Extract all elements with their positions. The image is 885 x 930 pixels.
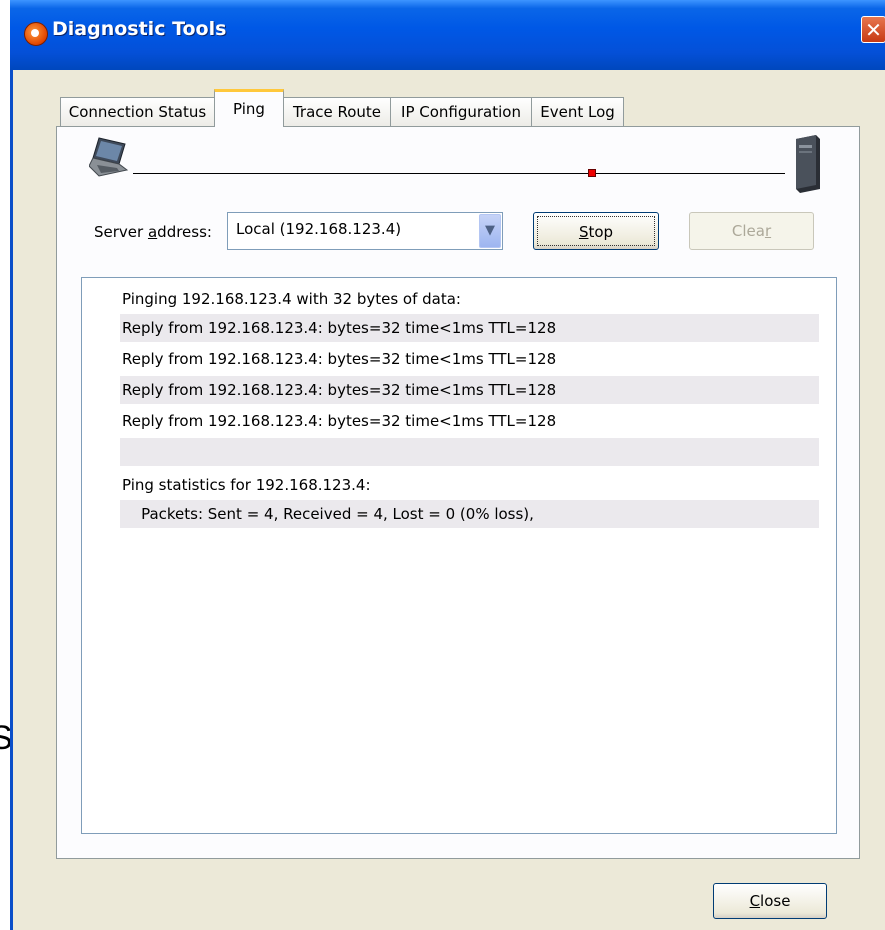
tab-label: Connection Status [68,103,207,121]
output-line: Reply from 192.168.123.4: bytes=32 time<… [120,376,819,404]
clear-rest: Clea [731,222,765,240]
server-label-text-rest: ddress: [157,223,212,241]
output-line [120,438,819,466]
title-bar[interactable]: Diagnostic Tools ✕ [10,0,885,70]
clear-accel: r [764,222,772,240]
server-label-accel: a [147,223,158,241]
laptop-icon [89,137,129,177]
close-rest: lose [760,892,791,910]
clear-button[interactable]: Clear [689,212,814,250]
output-line: Pinging 192.168.123.4 with 32 bytes of d… [122,290,461,308]
tab-label: IP Configuration [401,103,521,121]
tab-connection-status[interactable]: Connection Status [60,97,215,127]
server-label-text: Server [94,223,148,241]
server-icon [796,135,820,193]
ping-output[interactable]: Pinging 192.168.123.4 with 32 bytes of d… [81,277,837,834]
output-line: Packets: Sent = 4, Received = 4, Lost = … [120,500,819,528]
server-address-select[interactable]: Local (192.168.123.4) ▼ [227,212,503,250]
server-address-value: Local (192.168.123.4) [236,220,402,238]
tab-ping[interactable]: Ping [214,89,284,127]
connection-line [133,173,785,174]
output-line: Reply from 192.168.123.4: bytes=32 time<… [120,314,819,342]
stop-button-focus: Stop [537,216,655,246]
app-icon [24,22,48,46]
close-button[interactable]: Close [713,883,827,919]
diagnostic-tools-window: Diagnostic Tools ✕ Connection Status Pin… [10,0,885,930]
output-line: Reply from 192.168.123.4: bytes=32 time<… [122,350,557,368]
output-line: Reply from 192.168.123.4: bytes=32 time<… [122,412,557,430]
output-line: Ping statistics for 192.168.123.4: [122,476,371,494]
tab-trace-route[interactable]: Trace Route [283,97,391,127]
dropdown-arrow-icon[interactable]: ▼ [479,214,501,248]
ping-tab-panel: Server address: Local (192.168.123.4) ▼ … [56,126,860,859]
stop-button[interactable]: Stop [533,212,659,250]
close-icon[interactable]: ✕ [861,16,885,43]
close-accel: C [749,892,761,910]
stop-rest: top [588,223,614,241]
server-address-label: Server address: [94,223,212,241]
window-title: Diagnostic Tools [52,18,227,40]
tab-event-log[interactable]: Event Log [531,97,624,127]
tab-ip-configuration[interactable]: IP Configuration [390,97,532,127]
tab-label: Trace Route [292,103,382,121]
tab-label: Event Log [540,103,615,121]
tab-label: Ping [233,100,265,118]
ping-progress-marker [588,169,596,177]
